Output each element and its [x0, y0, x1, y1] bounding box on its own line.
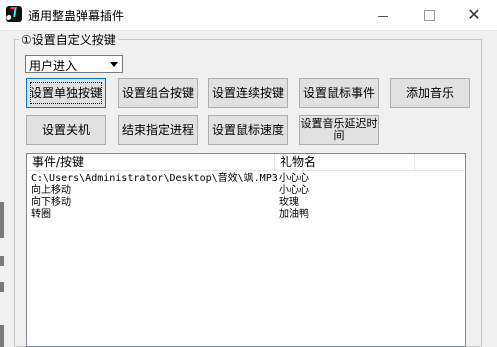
event-cell: C:\Users\Administrator\Desktop\音效\飒.MP3	[31, 173, 278, 184]
group-title: ①设置自定义按键	[19, 31, 118, 48]
event-cell: 向下移动	[31, 197, 71, 208]
column-header-gift[interactable]: 礼物名	[275, 154, 415, 170]
set-single-key-button[interactable]: 设置单独按键	[26, 78, 106, 108]
set-continuous-key-button[interactable]: 设置连续按键	[208, 78, 288, 108]
table-row[interactable]: 转圈 加油鸭	[27, 209, 465, 221]
window-title: 通用整蛊弹幕插件	[28, 9, 125, 23]
set-music-delay-button[interactable]: 设置音乐延迟时间	[299, 115, 379, 145]
event-list[interactable]: 事件/按键 礼物名 C:\Users\Administrator\Desktop…	[26, 153, 466, 347]
minimize-button[interactable]	[360, 0, 406, 30]
event-type-select[interactable]: 用户进入	[25, 55, 123, 73]
left-edge-shadow	[0, 256, 4, 266]
tiktok-icon	[6, 6, 22, 22]
chevron-down-icon[interactable]	[106, 56, 122, 72]
left-edge-shadow	[0, 202, 4, 238]
gift-cell: 加油鸭	[279, 209, 309, 220]
gift-cell: 小心心	[279, 185, 309, 196]
left-edge-shadow	[0, 325, 4, 347]
list-header: 事件/按键 礼物名	[27, 154, 465, 171]
add-music-button[interactable]: 添加音乐	[390, 78, 470, 108]
minimize-icon	[378, 15, 388, 17]
close-button[interactable]: ✕	[451, 0, 497, 30]
set-combo-key-button[interactable]: 设置组合按键	[118, 78, 198, 108]
set-mouse-speed-button[interactable]: 设置鼠标速度	[208, 115, 288, 145]
left-edge-shadow	[0, 282, 4, 292]
gift-cell: 小心心	[279, 173, 309, 184]
title-bar[interactable]: 通用整蛊弹幕插件 ✕	[0, 0, 497, 31]
event-cell: 转圈	[31, 209, 51, 220]
gift-cell: 玫瑰	[279, 197, 299, 208]
set-mouse-event-button[interactable]: 设置鼠标事件	[299, 78, 379, 108]
set-shutdown-button[interactable]: 设置关机	[26, 115, 106, 145]
maximize-button[interactable]	[406, 0, 452, 30]
event-cell: 向上移动	[31, 185, 71, 196]
column-header-event[interactable]: 事件/按键	[27, 154, 275, 170]
close-icon: ✕	[467, 5, 481, 24]
table-row[interactable]: C:\Users\Administrator\Desktop\音效\飒.MP3 …	[27, 173, 465, 185]
table-row[interactable]: 向下移动 玫瑰	[27, 197, 465, 209]
end-process-button[interactable]: 结束指定进程	[118, 115, 198, 145]
event-type-value: 用户进入	[29, 59, 78, 73]
table-row[interactable]: 向上移动 小心心	[27, 185, 465, 197]
maximize-icon	[423, 9, 435, 21]
